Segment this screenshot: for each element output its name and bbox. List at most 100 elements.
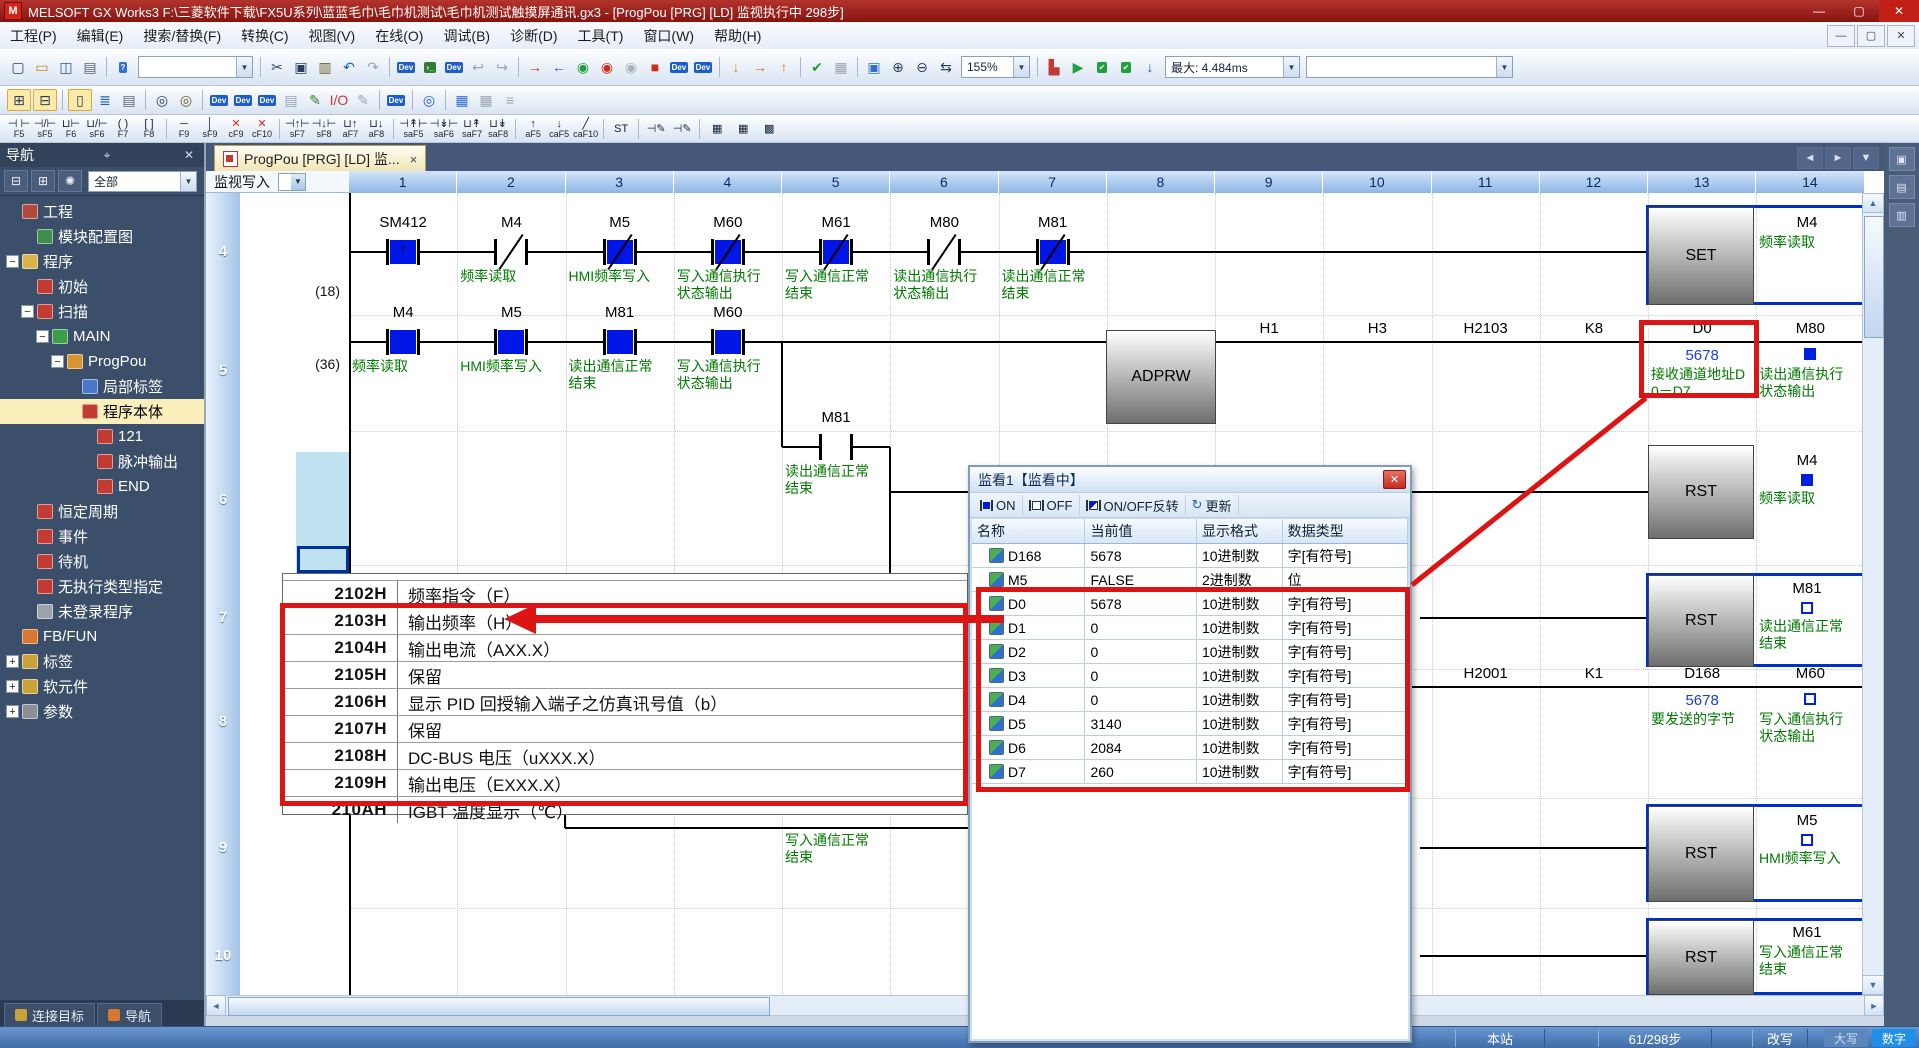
watch-column-当前值[interactable]: 当前值: [1085, 519, 1196, 543]
watch-gray-icon[interactable]: ▤: [280, 90, 302, 110]
menu-item-视图[interactable]: 视图(V): [299, 22, 366, 49]
panel-tab-连接目标[interactable]: 连接目标: [4, 1003, 95, 1026]
tree-expander-icon[interactable]: −: [51, 355, 64, 368]
ladder-symbol-sF6[interactable]: ⊔/⊢sF6: [85, 116, 109, 142]
menu-item-诊断[interactable]: 诊断(D): [500, 22, 567, 49]
scroll-right-icon[interactable]: ►: [1864, 995, 1884, 1016]
chevron-down-icon[interactable]: ▼: [180, 172, 196, 191]
contact-M60[interactable]: [711, 239, 745, 265]
edit-cursor[interactable]: [297, 546, 349, 573]
watch-row-D0[interactable]: D0567810进制数字[有符号]: [972, 592, 1408, 616]
check-gray-icon[interactable]: ▦: [830, 57, 852, 77]
ladder-symbol-aF5[interactable]: ↑aF5: [521, 116, 545, 142]
tree-expander-icon[interactable]: +: [6, 705, 19, 718]
save-icon[interactable]: ◫: [55, 57, 77, 77]
watch-column-数据类型[interactable]: 数据类型: [1283, 519, 1408, 543]
instruction-box-SET[interactable]: SET: [1648, 207, 1754, 305]
tree-item-无执行类型指定[interactable]: 无执行类型指定: [0, 574, 204, 599]
watch-button-OFF[interactable]: OFF: [1023, 495, 1080, 515]
menu-item-帮助[interactable]: 帮助(H): [704, 22, 771, 49]
ladder-symbol-sF7[interactable]: ⊣↑⊢sF7: [285, 116, 310, 142]
child-minimize-button[interactable]: —: [1827, 25, 1855, 47]
close-icon[interactable]: ✕: [180, 148, 198, 162]
contact-M5[interactable]: [494, 329, 528, 355]
ladder-symbol-F9[interactable]: ─F9: [172, 116, 196, 142]
chevron-down-icon[interactable]: ▼: [1496, 57, 1512, 77]
menu-item-在线[interactable]: 在线(O): [365, 22, 433, 49]
ladder-symbol-sF8[interactable]: ⊣↓⊢sF8: [312, 116, 337, 142]
ladder-symbol-saF5[interactable]: ⊣↟⊢saF5: [399, 116, 427, 142]
chevron-down-icon[interactable]: ▼: [1013, 57, 1029, 77]
tree-item-参数[interactable]: +参数: [0, 699, 204, 724]
device-pair-icon[interactable]: Dev: [668, 57, 690, 77]
window-tile-icon[interactable]: ≡: [499, 90, 521, 110]
cut-icon[interactable]: ✂: [266, 57, 288, 77]
ladder-symbol-F7[interactable]: ( )F7: [111, 116, 135, 142]
tree-item-模块配置图[interactable]: 模块配置图: [0, 224, 204, 249]
menu-item-工具[interactable]: 工具(T): [568, 22, 634, 49]
tree-expander-icon[interactable]: +: [6, 680, 19, 693]
ladder-header-combo[interactable]: ▼: [278, 173, 306, 191]
device-batch-monitor-icon[interactable]: ◎: [418, 90, 440, 110]
ladder-symbol-caF10[interactable]: ╱caF10: [573, 116, 598, 142]
device-comment-icon[interactable]: Dev: [208, 90, 230, 110]
navigation-window-icon[interactable]: ⊞: [7, 89, 31, 111]
contact-SM412[interactable]: ↑: [386, 239, 420, 265]
gear-icon[interactable]: ✺: [58, 170, 82, 192]
docked-strip-icon-0[interactable]: ▣: [1889, 147, 1915, 171]
device-memory-icon[interactable]: Dev: [232, 90, 254, 110]
instruction-box-RST[interactable]: RST: [1648, 806, 1754, 902]
watch-row-D168[interactable]: D168567810进制数字[有符号]: [972, 544, 1408, 568]
ladder-symbol-caF5[interactable]: ↓caF5: [547, 116, 571, 142]
ladder-symbol-F6[interactable]: ⊔⊢F6: [59, 116, 83, 142]
instruction-box-ADPRW[interactable]: ADPRW: [1106, 330, 1216, 424]
scrollbar-thumb[interactable]: [1864, 216, 1884, 338]
device-use-list-icon[interactable]: Dev: [385, 90, 407, 110]
monitor-pause-icon[interactable]: ◉: [620, 57, 642, 77]
ladder-symbol-aF7[interactable]: ⊔↑aF7: [338, 116, 362, 142]
ladder-symbol-▦[interactable]: ▦: [731, 116, 755, 142]
device-terminal-icon[interactable]: ›_: [419, 57, 441, 77]
menu-item-转换[interactable]: 转换(C): [231, 22, 298, 49]
tree-collapse-icon[interactable]: ⊟: [4, 170, 28, 192]
edit-gray-icon[interactable]: ✎: [352, 90, 374, 110]
tree-item-初始[interactable]: 初始: [0, 274, 204, 299]
watch-row-D2[interactable]: D2010进制数字[有符号]: [972, 640, 1408, 664]
tree-item-END[interactable]: END: [0, 474, 204, 499]
zoom-out-icon[interactable]: ⊖: [911, 57, 933, 77]
print-icon[interactable]: ▤: [79, 57, 101, 77]
open-file-icon[interactable]: ▭: [31, 57, 53, 77]
docked-strip-icon-2[interactable]: ▥: [1889, 203, 1915, 227]
window-icon[interactable]: ▣: [863, 57, 885, 77]
tree-item-121[interactable]: 121: [0, 424, 204, 449]
connection-window-icon[interactable]: ⊟: [33, 89, 57, 111]
zoom-level-combo[interactable]: 155%▼: [961, 56, 1030, 78]
screen-color-icon[interactable]: ▙: [1043, 57, 1065, 77]
watch-row-D4[interactable]: D4010进制数字[有符号]: [972, 688, 1408, 712]
tree-expander-icon[interactable]: −: [6, 255, 19, 268]
pin-icon[interactable]: ⌖: [98, 148, 116, 163]
back-icon[interactable]: ↩: [467, 57, 489, 77]
tree-item-脉冲输出[interactable]: 脉冲输出: [0, 449, 204, 474]
module-config-icon[interactable]: ▯: [68, 89, 92, 111]
ladder-symbol-sF9[interactable]: │sF9: [198, 116, 222, 142]
outline-window-icon[interactable]: ≣: [94, 90, 116, 110]
undo-icon[interactable]: ↶: [338, 57, 360, 77]
watch-row-D1[interactable]: D1010进制数字[有符号]: [972, 616, 1408, 640]
io-assign-icon[interactable]: I/O: [328, 90, 350, 110]
tree-item-未登录程序[interactable]: 未登录程序: [0, 599, 204, 624]
tree-item-局部标签[interactable]: 局部标签: [0, 374, 204, 399]
tree-item-标签[interactable]: +标签: [0, 649, 204, 674]
device-initial-icon[interactable]: Dev: [256, 90, 278, 110]
ladder-symbol-F5[interactable]: ⊣ ⊢F5: [7, 116, 31, 142]
menu-item-窗口[interactable]: 窗口(W): [633, 22, 704, 49]
contact-M81[interactable]: [819, 434, 853, 460]
stop-icon[interactable]: ■: [644, 57, 666, 77]
device-find-icon[interactable]: Dev: [443, 57, 465, 77]
quick-find-combo[interactable]: ▼: [138, 56, 253, 78]
watch-window[interactable]: 监看1【监看中】✕ONOFFON/OFF反转↻更新名称当前值显示格式数据类型D1…: [968, 465, 1412, 1043]
scrollbar-thumb[interactable]: [228, 997, 770, 1016]
tree-item-恒定周期[interactable]: 恒定周期: [0, 499, 204, 524]
maximize-button[interactable]: ▢: [1839, 0, 1879, 22]
scroll-up-icon[interactable]: ▲: [1862, 193, 1884, 213]
